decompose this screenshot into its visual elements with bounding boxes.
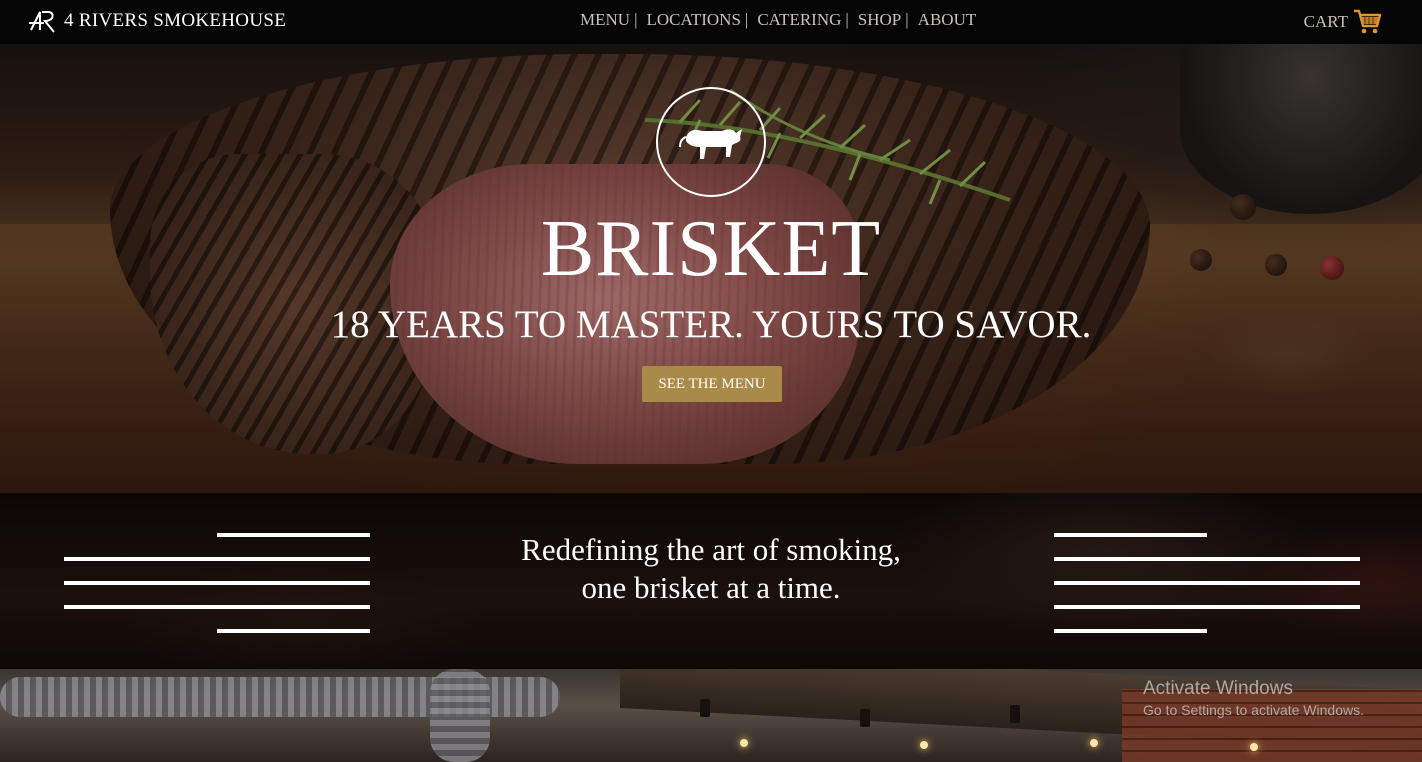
shopping-cart-icon xyxy=(1354,9,1382,34)
hero-subtitle: 18 YEARS TO MASTER. YOURS TO SAVOR. xyxy=(330,303,1092,346)
decorative-line xyxy=(217,629,370,633)
decorative-line xyxy=(1054,629,1207,633)
nav-separator: | xyxy=(845,10,849,29)
nav-item-label[interactable]: SHOP xyxy=(858,10,901,30)
nav-item-label[interactable]: ABOUT xyxy=(918,10,977,30)
brand-name: 4 RIVERS SMOKEHOUSE xyxy=(64,10,287,31)
ceiling-light-icon xyxy=(920,741,928,749)
nav-item-locations[interactable]: LOCATIONS | xyxy=(646,10,757,30)
top-navigation-bar: 4 RIVERS SMOKEHOUSE MENU | LOCATIONS | C… xyxy=(0,0,1422,44)
tagline-line-2: one brisket at a time. xyxy=(581,570,841,605)
brand[interactable]: 4 RIVERS SMOKEHOUSE xyxy=(28,8,286,34)
nav-item-catering[interactable]: CATERING | xyxy=(757,10,857,30)
cart-button[interactable]: CART xyxy=(1304,7,1382,37)
ceiling-light-icon xyxy=(1090,739,1098,747)
nav-item-label[interactable]: CATERING xyxy=(757,10,841,30)
windows-activation-watermark: Activate Windows Go to Settings to activ… xyxy=(1143,678,1364,718)
tagline-line-1: Redefining the art of smoking, xyxy=(521,532,901,567)
bull-emblem xyxy=(656,87,766,197)
pendant-lamp-icon xyxy=(700,699,710,717)
watermark-title: Activate Windows xyxy=(1143,678,1293,699)
tagline-text: Redefining the art of smoking, one brisk… xyxy=(0,531,1422,607)
tagline-section: Redefining the art of smoking, one brisk… xyxy=(0,493,1422,669)
4r-logo-icon xyxy=(29,11,55,33)
cart-label: CART xyxy=(1303,12,1348,31)
pendant-lamp-icon xyxy=(1010,705,1020,723)
nav-item-shop[interactable]: SHOP | xyxy=(858,10,918,30)
nav-separator: | xyxy=(634,10,638,29)
nav-item-label[interactable]: LOCATIONS xyxy=(646,10,740,30)
watermark-subtitle: Go to Settings to activate Windows. xyxy=(1143,702,1364,718)
pendant-lamp-icon xyxy=(860,709,870,727)
see-the-menu-button[interactable]: SEE THE MENU xyxy=(642,366,782,402)
hero-banner: BRISKET 18 YEARS TO MASTER. YOURS TO SAV… xyxy=(0,44,1422,493)
nav-separator: | xyxy=(744,10,749,29)
nav-item-about[interactable]: ABOUT xyxy=(918,10,977,30)
nav-separator: | xyxy=(905,10,909,29)
nav-item-label[interactable]: MENU xyxy=(580,10,630,30)
ceiling-light-icon xyxy=(1250,743,1258,751)
ceiling-duct-image xyxy=(430,669,490,762)
nav-item-menu[interactable]: MENU | xyxy=(580,10,646,30)
ceiling-light-icon xyxy=(740,739,748,747)
hero-title: BRISKET xyxy=(540,205,882,293)
bull-icon xyxy=(679,129,742,159)
main-menu: MENU | LOCATIONS | CATERING | SHOP | ABO… xyxy=(580,10,976,30)
